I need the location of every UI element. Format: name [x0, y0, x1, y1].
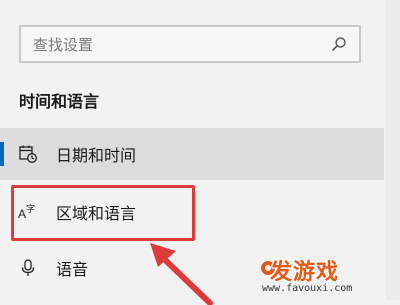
watermark-url: www.favouxi.com: [262, 283, 353, 294]
calendar-clock-icon: [19, 145, 37, 163]
scrollbar[interactable]: [386, 0, 400, 300]
highlight-annotation: [11, 185, 195, 241]
watermark-title: 发游戏: [270, 260, 340, 285]
nav-item-label: 语音: [56, 260, 89, 279]
nav-item-date-time[interactable]: 日期和时间: [0, 128, 384, 180]
selection-indicator: [0, 142, 4, 166]
arrow-annotation: [150, 243, 213, 305]
microphone-icon: [21, 259, 35, 276]
search-placeholder: 查找设置: [33, 35, 94, 54]
search-input[interactable]: 查找设置: [19, 25, 361, 63]
nav-item-label: 日期和时间: [56, 146, 137, 165]
search-icon[interactable]: [331, 36, 347, 52]
section-title: 时间和语言: [19, 92, 100, 111]
